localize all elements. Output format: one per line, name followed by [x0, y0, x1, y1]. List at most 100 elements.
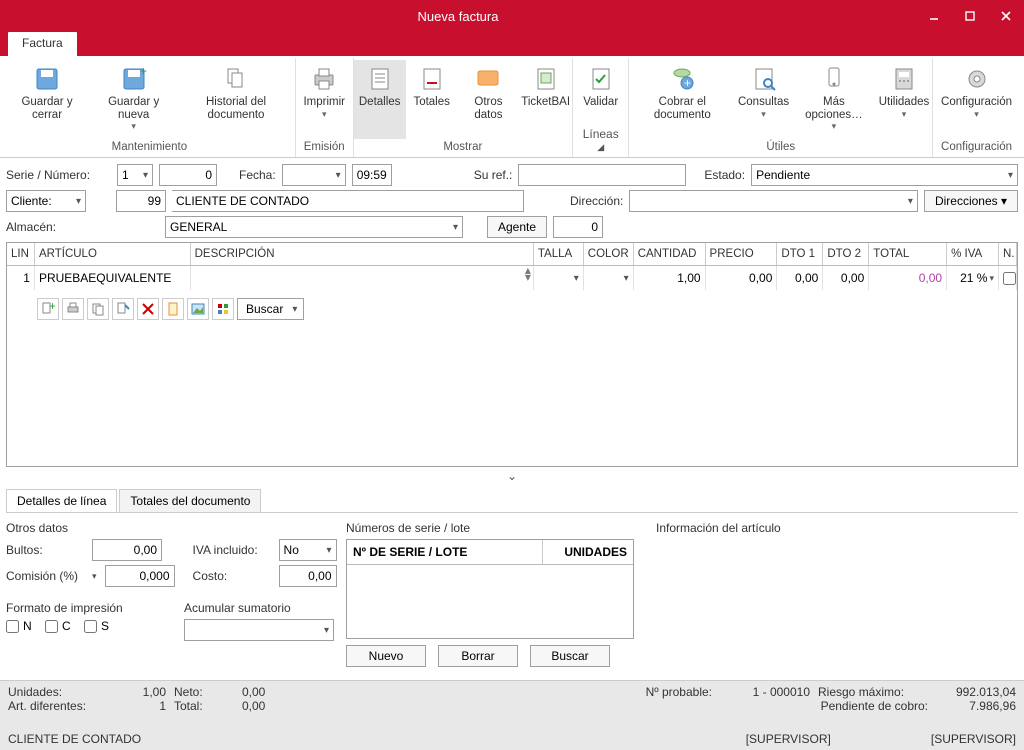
cliente-dropdown[interactable]: Cliente: [6, 190, 86, 212]
history-icon [221, 64, 251, 94]
chk-c[interactable]: C [45, 619, 71, 633]
ribbon-mas-opciones[interactable]: Más opciones… ▾ [792, 60, 876, 139]
agente-button[interactable]: Agente [487, 216, 547, 238]
collect-icon: + [667, 64, 697, 94]
detail-tabs: Detalles de línea Totales del documento [6, 489, 1018, 513]
save-close-icon [32, 64, 62, 94]
ribbon-configuracion[interactable]: Configuración ▾ [935, 60, 1018, 139]
printer-icon [309, 64, 339, 94]
status-cliente: CLIENTE DE CONTADO [8, 732, 141, 746]
ribbon-cobrar[interactable]: + Cobrar el documento [629, 60, 735, 139]
direcciones-button[interactable]: Direcciones ▾ [924, 190, 1018, 212]
more-options-icon [819, 64, 849, 94]
ribbon-utilidades[interactable]: Utilidades ▾ [876, 60, 932, 139]
ribbon-grp-lineas: Líneas ◢ [573, 125, 628, 155]
iva-incluido-select[interactable]: No [279, 539, 337, 561]
ribbon-detalles[interactable]: Detalles [354, 60, 406, 139]
close-button[interactable] [988, 0, 1024, 32]
collapse-handle[interactable]: ⌄ [6, 467, 1018, 485]
ribbon-grp-utiles: Útiles [629, 139, 932, 155]
ribbon-imprimir[interactable]: Imprimir ▾ [297, 60, 351, 139]
info-articulo-title: Información del artículo [656, 517, 1018, 539]
ribbon-ticketbai[interactable]: TicketBAI [519, 60, 572, 139]
tab-factura[interactable]: Factura [8, 32, 77, 56]
grid-toolbar: + Buscar [7, 290, 1017, 328]
comision-input[interactable] [105, 565, 175, 587]
ribbon-guardar-nueva[interactable]: + Guardar y nueva ▾ [90, 60, 177, 139]
ribbon-totales[interactable]: Totales [406, 60, 458, 139]
ribbon-otros-datos[interactable]: Otros datos [458, 60, 520, 139]
tab-strip: Factura [0, 32, 1024, 56]
serie-title: Números de serie / lote [346, 517, 646, 539]
gear-icon [962, 64, 992, 94]
lines-grid: LIN ARTÍCULO DESCRIPCIÓN TALLA COLOR CAN… [6, 242, 1018, 467]
estado-select[interactable]: Pendiente [751, 164, 1018, 186]
ribbon-guardar-cerrar[interactable]: Guardar y cerrar [4, 60, 90, 139]
cliente-num-input[interactable] [116, 190, 166, 212]
serie-nuevo-button[interactable]: Nuevo [346, 645, 426, 667]
gtb-buscar-select[interactable]: Buscar [237, 298, 304, 320]
gtb-copy-icon[interactable] [87, 298, 109, 320]
su-ref-input[interactable] [518, 164, 686, 186]
window-title: Nueva factura [0, 9, 916, 24]
queries-icon [749, 64, 779, 94]
gtb-color-icon[interactable] [212, 298, 234, 320]
serie-select[interactable]: 1 [117, 164, 153, 186]
almacen-select[interactable]: GENERAL [165, 216, 463, 238]
grid-row[interactable]: 1 PRUEBAEQUIVALENTE ▴▾ ▾ ▾ 1,00 0,00 0,0… [7, 266, 1017, 290]
costo-input[interactable] [279, 565, 337, 587]
gtb-delete-icon[interactable] [137, 298, 159, 320]
svg-text:+: + [140, 65, 147, 78]
serie-col2: UNIDADES [543, 540, 633, 564]
tab-totales-documento[interactable]: Totales del documento [119, 489, 261, 512]
tab-detalles-linea[interactable]: Detalles de línea [6, 489, 117, 512]
other-data-icon [473, 64, 503, 94]
minimize-button[interactable] [916, 0, 952, 32]
ribbon-grp-emision: Emisión [296, 139, 353, 155]
numero-input[interactable] [159, 164, 217, 186]
serie-numero-label: Serie / Número: [6, 168, 111, 182]
estado-label: Estado: [704, 168, 745, 182]
su-ref-label: Su ref.: [474, 168, 513, 182]
serie-buscar-button[interactable]: Buscar [530, 645, 610, 667]
serie-col1: Nº DE SERIE / LOTE [347, 540, 543, 564]
acumular-select[interactable] [184, 619, 334, 641]
validate-icon [586, 64, 616, 94]
serie-table: Nº DE SERIE / LOTE UNIDADES [346, 539, 634, 639]
almacen-label: Almacén: [6, 220, 111, 234]
acumular-title: Acumular sumatorio [184, 597, 336, 619]
gtb-doc-icon[interactable] [162, 298, 184, 320]
hora-input[interactable] [352, 164, 392, 186]
ribbon-grp-mantenimiento: Mantenimiento [4, 139, 295, 155]
serie-borrar-button[interactable]: Borrar [438, 645, 518, 667]
formato-title: Formato de impresión [6, 597, 166, 619]
svg-text:+: + [49, 302, 55, 313]
bultos-input[interactable] [92, 539, 162, 561]
ticketbai-icon [531, 64, 561, 94]
gtb-add-icon[interactable]: + [37, 298, 59, 320]
gtb-image-icon[interactable] [187, 298, 209, 320]
direccion-select[interactable] [629, 190, 918, 212]
cliente-nombre-input[interactable] [172, 190, 524, 212]
fecha-label: Fecha: [239, 168, 276, 182]
direccion-label: Dirección: [570, 194, 623, 208]
grid-header: LIN ARTÍCULO DESCRIPCIÓN TALLA COLOR CAN… [7, 243, 1017, 266]
ribbon-grp-configuracion: Configuración [933, 139, 1020, 155]
otros-datos-title: Otros datos [6, 517, 336, 539]
ribbon-validar[interactable]: Validar [575, 60, 627, 125]
svg-text:+: + [684, 76, 691, 90]
ribbon-historial[interactable]: Historial del documento [177, 60, 294, 139]
maximize-button[interactable] [952, 0, 988, 32]
gtb-edit-icon[interactable] [112, 298, 134, 320]
desc-spinner[interactable]: ▴▾ [525, 267, 531, 281]
ribbon-consultas[interactable]: Consultas ▾ [735, 60, 792, 139]
ribbon: Guardar y cerrar + Guardar y nueva ▾ His… [0, 56, 1024, 158]
agente-input[interactable] [553, 216, 603, 238]
details-icon [365, 64, 395, 94]
chk-n[interactable]: N [6, 619, 32, 633]
row-n-checkbox[interactable] [1003, 272, 1016, 285]
fecha-select[interactable] [282, 164, 346, 186]
totals-icon [417, 64, 447, 94]
gtb-print-icon[interactable] [62, 298, 84, 320]
chk-s[interactable]: S [84, 619, 109, 633]
